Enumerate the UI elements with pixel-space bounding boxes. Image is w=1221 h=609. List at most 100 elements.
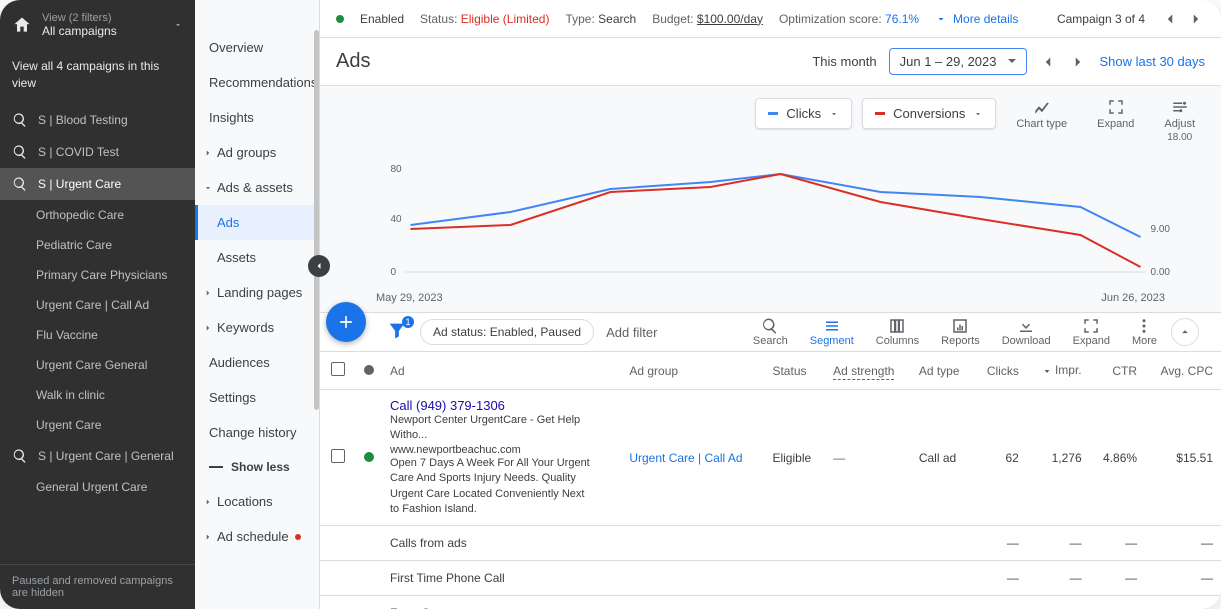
- nav-item[interactable]: Ad schedule: [195, 519, 319, 554]
- enabled-status-dot: [336, 15, 344, 23]
- campaign-item[interactable]: S | Blood Testing: [0, 104, 195, 136]
- nav-item[interactable]: Insights: [195, 100, 319, 135]
- prev-campaign-icon[interactable]: [1161, 10, 1179, 28]
- tool-reports[interactable]: Reports: [933, 317, 988, 347]
- budget-value[interactable]: $100.00/day: [697, 12, 763, 26]
- col-impr[interactable]: Impr.: [1027, 352, 1090, 390]
- metric-conversions-button[interactable]: Conversions: [862, 98, 996, 129]
- date-range-picker[interactable]: Jun 1 – 29, 2023: [889, 48, 1028, 75]
- sort-down-icon: [1041, 364, 1053, 376]
- chevron-down-icon: [829, 109, 839, 119]
- nav-item[interactable]: Audiences: [195, 345, 319, 380]
- nav-item[interactable]: Overview: [195, 30, 319, 65]
- chart-xend: Jun 26, 2023: [1101, 292, 1165, 304]
- segment-row[interactable]: Calls from ads————: [320, 526, 1221, 561]
- select-all-checkbox[interactable]: [331, 362, 345, 376]
- campaign-item[interactable]: S | Urgent Care: [0, 168, 195, 200]
- chevron-right-icon: [203, 288, 213, 298]
- collapse-nav-button[interactable]: [308, 255, 330, 277]
- campaign-item[interactable]: S | Urgent Care | General: [0, 440, 195, 472]
- nav-item[interactable]: Ads & assets: [195, 170, 319, 205]
- campaign-item[interactable]: Urgent Care: [0, 410, 195, 440]
- col-ad[interactable]: Ad: [382, 352, 621, 390]
- chevron-down-icon: [203, 183, 213, 193]
- show-less[interactable]: Show less: [195, 450, 319, 484]
- nav-item[interactable]: Change history: [195, 415, 319, 450]
- nav-item[interactable]: Ad groups: [195, 135, 319, 170]
- nav-item[interactable]: Locations: [195, 484, 319, 519]
- tool-columns[interactable]: Columns: [868, 317, 927, 347]
- search-icon: [12, 144, 28, 160]
- cell-status: Eligible: [764, 390, 825, 526]
- nav-item[interactable]: Recommendations: [195, 65, 319, 100]
- page-title: Ads: [336, 50, 370, 73]
- page-header: Ads This month Jun 1 – 29, 2023 Show las…: [320, 38, 1221, 86]
- chart-type-tool[interactable]: Chart type: [1006, 98, 1077, 130]
- status-value[interactable]: Eligible (Limited): [461, 12, 550, 26]
- chevron-down-icon: [973, 109, 983, 119]
- campaign-item[interactable]: Urgent Care | Call Ad: [0, 290, 195, 320]
- chart-xstart: May 29, 2023: [376, 292, 443, 304]
- main-content: Enabled Status: Eligible (Limited) Type:…: [320, 0, 1221, 609]
- nav-item[interactable]: Landing pages: [195, 275, 319, 310]
- tool-expand[interactable]: Expand: [1065, 317, 1118, 347]
- col-ctr[interactable]: CTR: [1090, 352, 1145, 390]
- campaign-item[interactable]: Flu Vaccine: [0, 320, 195, 350]
- tool-search[interactable]: Search: [745, 317, 796, 347]
- date-next-icon[interactable]: [1069, 53, 1087, 71]
- nav-item[interactable]: Assets: [195, 240, 319, 275]
- row-checkbox[interactable]: [331, 449, 345, 463]
- campaign-item[interactable]: Walk in clinic: [0, 380, 195, 410]
- campaign-item[interactable]: Orthopedic Care: [0, 200, 195, 230]
- view-all-link[interactable]: View all 4 campaigns in this view: [0, 50, 195, 104]
- next-campaign-icon[interactable]: [1187, 10, 1205, 28]
- nav-item[interactable]: Keywords: [195, 310, 319, 345]
- chart-expand-tool[interactable]: Expand: [1087, 98, 1144, 130]
- nav-item[interactable]: Settings: [195, 380, 319, 415]
- svg-text:80: 80: [391, 164, 403, 175]
- col-adstrength[interactable]: Ad strength: [825, 352, 911, 390]
- nav-item[interactable]: Ads: [195, 205, 319, 240]
- tool-segment[interactable]: Segment: [802, 317, 862, 347]
- add-ad-button[interactable]: [326, 302, 366, 342]
- campaign-item[interactable]: S | COVID Test: [0, 136, 195, 168]
- campaign-item[interactable]: Urgent Care General: [0, 350, 195, 380]
- date-prev-icon[interactable]: [1039, 53, 1057, 71]
- filter-chip[interactable]: Ad status: Enabled, Paused: [420, 319, 594, 345]
- ad-description: Open 7 Days A Week For All Your Urgent C…: [390, 456, 590, 518]
- more-details-link[interactable]: More details: [935, 12, 1018, 26]
- col-clicks[interactable]: Clicks: [974, 352, 1027, 390]
- col-status[interactable]: Status: [764, 352, 825, 390]
- campaign-item[interactable]: Primary Care Physicians: [0, 260, 195, 290]
- view-title[interactable]: View (2 filters) All campaigns: [42, 12, 163, 38]
- search-icon: [12, 112, 28, 128]
- table-toolbar: 1 Ad status: Enabled, Paused Add filter …: [320, 313, 1221, 352]
- tool-download[interactable]: Download: [994, 317, 1059, 347]
- home-icon[interactable]: [12, 15, 32, 35]
- adgroup-link[interactable]: Urgent Care | Call Ad: [629, 451, 742, 465]
- row-status-dot: [364, 452, 374, 462]
- segment-row[interactable]: Form Capture————: [320, 596, 1221, 609]
- table-row[interactable]: Call (949) 379-1306 Newport Center Urgen…: [320, 390, 1221, 526]
- col-cpc[interactable]: Avg. CPC: [1145, 352, 1221, 390]
- col-adgroup[interactable]: Ad group: [621, 352, 764, 390]
- metric-clicks-button[interactable]: Clicks: [755, 98, 852, 129]
- cell-adtype: Call ad: [911, 390, 974, 526]
- chart-area: Clicks Conversions Chart type Expand: [320, 86, 1221, 313]
- scrollbar[interactable]: [314, 30, 319, 410]
- add-filter-link[interactable]: Add filter: [606, 325, 657, 340]
- svg-text:40: 40: [391, 214, 403, 225]
- filter-icon[interactable]: 1: [386, 320, 408, 345]
- chevron-down-icon[interactable]: [173, 20, 183, 30]
- tool-more[interactable]: More: [1124, 317, 1165, 347]
- ad-phone-link[interactable]: Call (949) 379-1306: [390, 398, 613, 413]
- status-header-dot: [364, 365, 374, 375]
- campaign-item[interactable]: Pediatric Care: [0, 230, 195, 260]
- collapse-chart-button[interactable]: [1171, 318, 1199, 346]
- chart-adjust-tool[interactable]: Adjust 18.00: [1154, 98, 1205, 143]
- optscore-value[interactable]: 76.1%: [885, 12, 919, 26]
- show-last-30-link[interactable]: Show last 30 days: [1099, 54, 1205, 69]
- segment-row[interactable]: First Time Phone Call————: [320, 561, 1221, 596]
- col-adtype[interactable]: Ad type: [911, 352, 974, 390]
- campaign-item[interactable]: General Urgent Care: [0, 472, 195, 502]
